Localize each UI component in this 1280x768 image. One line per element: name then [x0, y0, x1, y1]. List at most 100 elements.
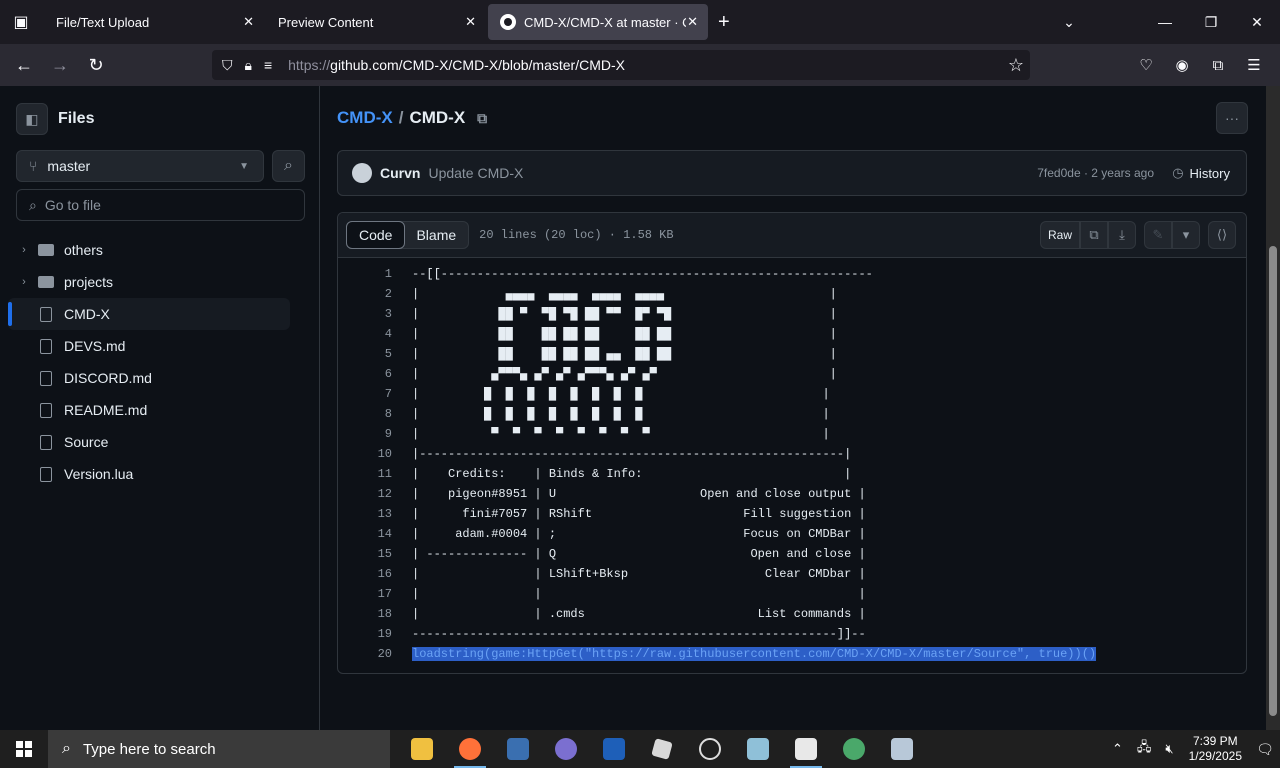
code-line[interactable]: 19 --------------------------------------…	[338, 624, 1246, 644]
branch-selector[interactable]: ⑂ master ▼	[16, 150, 264, 182]
notifications-icon[interactable]: 🗨︎	[1250, 741, 1280, 758]
code-line[interactable]: 3 | ██ ▀ ▀█ ▀█ ██ ▀▀ █▀ ▀█ |	[338, 304, 1246, 324]
download-icon[interactable]: ⤓	[1108, 221, 1136, 249]
line-number[interactable]: 1	[338, 267, 412, 281]
line-number[interactable]: 16	[338, 567, 412, 581]
taskbar-search[interactable]: ⌕ Type here to search	[48, 730, 390, 768]
line-number[interactable]: 6	[338, 367, 412, 381]
chevron-right-icon[interactable]: ›	[16, 276, 32, 288]
scrollbar-thumb[interactable]	[1269, 246, 1277, 716]
account-icon[interactable]: ◉	[1164, 56, 1200, 74]
tree-item-devs-md[interactable]: DEVS.md	[8, 330, 290, 362]
firefox-icon[interactable]	[446, 730, 494, 768]
code-line[interactable]: 16 | | LShift+Bksp Clear CMDbar |	[338, 564, 1246, 584]
lock-icon[interactable]: 🔒︎	[245, 57, 252, 74]
line-number[interactable]: 20	[338, 647, 412, 661]
code-line[interactable]: 5 | ██ ██ ██ ██ ▄▄ ██ ██ |	[338, 344, 1246, 364]
pocket-icon[interactable]: ♡	[1128, 56, 1164, 74]
show-hidden-icons-icon[interactable]: ⌃	[1112, 741, 1123, 757]
symbols-panel-icon[interactable]: ⟨⟩	[1208, 221, 1236, 249]
more-options-button[interactable]: ···	[1216, 102, 1248, 134]
code-line[interactable]: 15 | -------------- | Q Open and close |	[338, 544, 1246, 564]
line-number[interactable]: 14	[338, 527, 412, 541]
avatar[interactable]	[352, 163, 372, 183]
code-line[interactable]: 10 |-------------------------------------…	[338, 444, 1246, 464]
code-line[interactable]: 6 | ▄▀▀▀▄ ▄▀ ▄▀ ▄▀▀▀▄ ▄▀ ▄▀ |	[338, 364, 1246, 384]
tab-file-text-upload[interactable]: File/Text Upload ✕	[44, 4, 264, 40]
notepad-icon[interactable]	[734, 730, 782, 768]
line-number[interactable]: 17	[338, 587, 412, 601]
code-line[interactable]: 8 | █ █ █ █ █ █ █ █ |	[338, 404, 1246, 424]
line-number[interactable]: 2	[338, 287, 412, 301]
code-line[interactable]: 20 loadstring(game:HttpGet("https://raw.g…	[338, 644, 1246, 664]
forward-icon[interactable]: →	[42, 55, 78, 76]
tree-item-version-lua[interactable]: Version.lua	[8, 458, 290, 490]
app-purple-icon[interactable]	[542, 730, 590, 768]
visual-studio-icon[interactable]	[590, 730, 638, 768]
tab-blame[interactable]: Blame	[404, 222, 468, 248]
line-number[interactable]: 8	[338, 407, 412, 421]
close-tab-icon[interactable]: ✕	[465, 14, 476, 30]
tree-item-readme-md[interactable]: README.md	[8, 394, 290, 426]
code-line[interactable]: 4 | ██ ██ ██ ██ ██ ██ |	[338, 324, 1246, 344]
code-line[interactable]: 9 | ▀ ▀ ▀ ▀ ▀ ▀ ▀ ▀ |	[338, 424, 1246, 444]
tab-preview-content[interactable]: Preview Content ✕	[266, 4, 486, 40]
code-lines[interactable]: 1 --[[-----------------------------------…	[338, 258, 1246, 664]
commit-author[interactable]: Curvn	[380, 165, 420, 181]
copy-path-icon[interactable]: ⧉	[477, 110, 487, 127]
permissions-icon[interactable]: ≡	[264, 57, 272, 73]
close-window-icon[interactable]: ✕	[1234, 14, 1280, 31]
restore-icon[interactable]: ❐	[1188, 14, 1234, 31]
edit-pencil-icon[interactable]: ✎	[1144, 221, 1172, 249]
search-button[interactable]: ⌕	[272, 150, 305, 182]
tab-github-cmd-x[interactable]: CMD-X/CMD-X at master · CMD ✕	[488, 4, 708, 40]
commit-meta[interactable]: 7fed0de · 2 years ago	[1037, 166, 1154, 180]
history-button[interactable]: ◷ History	[1172, 165, 1230, 181]
remote-desktop-icon[interactable]	[878, 730, 926, 768]
chevron-right-icon[interactable]: ›	[16, 244, 32, 256]
line-number[interactable]: 13	[338, 507, 412, 521]
tree-item-discord-md[interactable]: DISCORD.md	[8, 362, 290, 394]
roblox-icon[interactable]	[638, 730, 686, 768]
breadcrumb-repo-link[interactable]: CMD-X	[337, 108, 393, 128]
tree-item-source[interactable]: Source	[8, 426, 290, 458]
page-scrollbar[interactable]	[1266, 86, 1280, 730]
line-number[interactable]: 18	[338, 607, 412, 621]
shield-icon[interactable]: ⛉	[222, 57, 233, 74]
line-number[interactable]: 19	[338, 627, 412, 641]
url-text[interactable]: https://github.com/CMD-X/CMD-X/blob/mast…	[288, 57, 625, 73]
line-number[interactable]: 5	[338, 347, 412, 361]
tree-item-projects[interactable]: › projects	[8, 266, 290, 298]
reload-icon[interactable]: ↻	[78, 55, 114, 76]
network-app-icon[interactable]	[830, 730, 878, 768]
tab-overflow-chevron-icon[interactable]: ⌄	[1046, 14, 1092, 31]
code-line[interactable]: 11 | Credits: | Binds & Info: |	[338, 464, 1246, 484]
line-number[interactable]: 9	[338, 427, 412, 441]
code-line[interactable]: 12 | pigeon#8951 | U Open and close outpu…	[338, 484, 1246, 504]
code-line[interactable]: 18 | | .cmds List commands |	[338, 604, 1246, 624]
code-line[interactable]: 14 | adam.#0004 | ; Focus on CMDBar |	[338, 524, 1246, 544]
bookmark-star-icon[interactable]: ☆	[1008, 55, 1024, 76]
line-number[interactable]: 3	[338, 307, 412, 321]
line-number[interactable]: 10	[338, 447, 412, 461]
new-tab-icon[interactable]: +	[718, 11, 730, 34]
line-number[interactable]: 11	[338, 467, 412, 481]
commit-message[interactable]: Update CMD-X	[428, 165, 523, 181]
raw-button[interactable]: Raw	[1040, 221, 1080, 249]
file-explorer-icon[interactable]	[398, 730, 446, 768]
code-line[interactable]: 13 | fini#7057 | RShift Fill suggestion |	[338, 504, 1246, 524]
star-app-icon[interactable]	[686, 730, 734, 768]
code-line[interactable]: 2 | ▄▄▄▄ ▄▄▄▄ ▄▄▄▄ ▄▄▄▄ |	[338, 284, 1246, 304]
close-tab-icon[interactable]: ✕	[243, 14, 254, 30]
back-icon[interactable]: ←	[6, 55, 42, 76]
list-all-tabs-icon[interactable]: ▣	[0, 0, 42, 44]
go-to-file-input[interactable]: ⌕ Go to file	[16, 189, 305, 221]
code-line[interactable]: 1 --[[-----------------------------------…	[338, 264, 1246, 284]
close-tab-icon[interactable]: ✕	[687, 14, 698, 30]
start-button[interactable]	[0, 730, 48, 768]
line-number[interactable]: 4	[338, 327, 412, 341]
network-icon[interactable]: 🖧︎	[1137, 738, 1152, 760]
volume-muted-icon[interactable]: 🔇︎	[1165, 741, 1173, 757]
code-line[interactable]: 7 | █ █ █ █ █ █ █ █ |	[338, 384, 1246, 404]
url-bar[interactable]: ⛉ 🔒︎ ≡ https://github.com/CMD-X/CMD-X/bl…	[212, 50, 1030, 80]
